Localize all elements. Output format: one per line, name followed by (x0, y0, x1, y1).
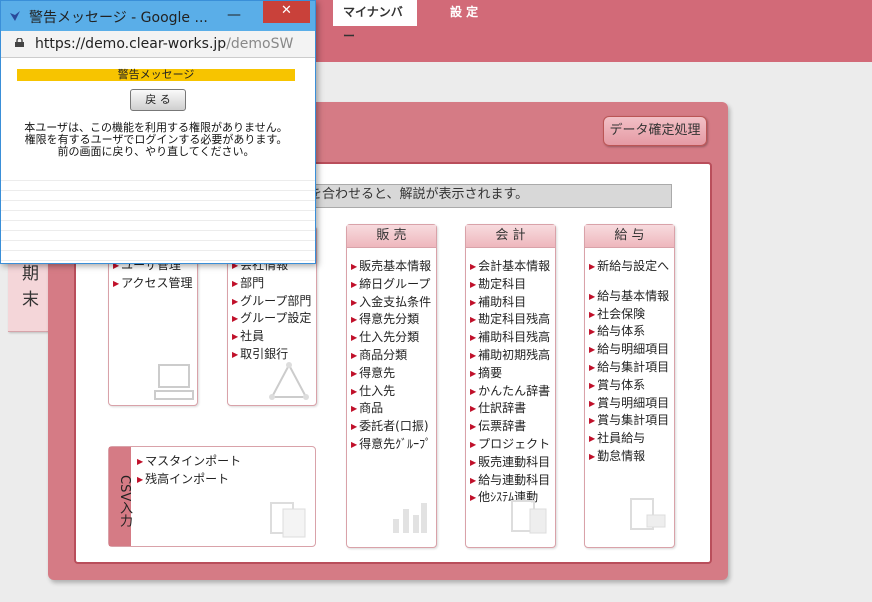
computer-icon (154, 364, 194, 400)
documents-icon (270, 502, 306, 538)
menu-item-sub-account[interactable]: 補助科目 (470, 294, 555, 312)
menu-item-customer-group[interactable]: 得意先ｸﾞﾙｰﾌﾟ (351, 436, 436, 454)
warning-message: 本ユーザは、この機能を利用する権限がありません。 権限を有するユーザでログインす… (17, 122, 295, 158)
menu-item-department[interactable]: 部門 (232, 275, 316, 293)
menu-item-group-settings[interactable]: グループ設定 (232, 310, 316, 328)
menu-item-bonus-aggregate[interactable]: 賞与集計項目 (589, 412, 674, 430)
warning-header: 警告メッセージ (17, 69, 295, 81)
menu-item-product-class[interactable]: 商品分類 (351, 347, 436, 365)
menu-item-payment-terms[interactable]: 入金支払条件 (351, 294, 436, 312)
menu-box-payroll: 給 与 新給与設定へ 給与基本情報 社会保険 給与体系 給与明細項目 給与集計項… (584, 224, 675, 548)
menu-item-accounting-basic[interactable]: 会計基本情報 (470, 258, 555, 276)
menu-item-sub-initial-balance[interactable]: 補助初期残高 (470, 347, 555, 365)
back-button[interactable]: 戻 る (130, 89, 186, 111)
menu-item-supplier[interactable]: 仕入先 (351, 383, 436, 401)
popup-blank-area (1, 171, 315, 263)
menu-item-group-department[interactable]: グループ部門 (232, 293, 316, 311)
warning-message-box: 警告メッセージ 戻 る 本ユーザは、この機能を利用する権限がありません。 権限を… (17, 69, 295, 161)
menu-item-social-insurance[interactable]: 社会保険 (589, 306, 674, 324)
payroll-header: 給 与 (585, 225, 674, 248)
lock-icon (15, 38, 24, 47)
menu-item-project[interactable]: プロジェクト (470, 436, 555, 454)
network-icon (269, 362, 309, 400)
menu-item-salary-system[interactable]: 給与体系 (589, 323, 674, 341)
menu-item-master-import[interactable]: マスタインポート (137, 453, 315, 471)
menu-item-employee-salary[interactable]: 社員給与 (589, 430, 674, 448)
menu-item-consignor[interactable]: 委託者(口振) (351, 418, 436, 436)
data-confirm-button[interactable]: データ確定処理 (603, 116, 707, 146)
menu-item-simple-dictionary[interactable]: かんたん辞書 (470, 383, 555, 401)
menu-item-product[interactable]: 商品 (351, 400, 436, 418)
popup-title: 警告メッセージ - Google ... (29, 10, 208, 26)
menu-item-bonus-detail[interactable]: 賞与明細項目 (589, 395, 674, 413)
app-icon (10, 11, 20, 21)
menu-item-summary[interactable]: 摘要 (470, 365, 555, 383)
menu-item-slip-dictionary[interactable]: 伝票辞書 (470, 418, 555, 436)
calculator-icon (511, 500, 547, 534)
menu-item-payroll-basic[interactable]: 給与基本情報 (589, 288, 674, 306)
nav-tab-mynumber[interactable]: マイナンバー (333, 0, 417, 43)
accounting-header: 会 計 (466, 225, 555, 248)
popup-title-bar[interactable]: 警告メッセージ - Google ... — ✕ (1, 1, 315, 31)
menu-item-account-balance[interactable]: 勘定科目残高 (470, 311, 555, 329)
warning-line-3: 前の画面に戻り、やり直してください。 (57, 145, 255, 158)
payslip-icon (630, 498, 666, 530)
menu-item-closing-group[interactable]: 締日グループ (351, 276, 436, 294)
menu-item-sales-linked-account[interactable]: 販売連動科目 (470, 454, 555, 472)
bar-chart-icon (393, 503, 427, 533)
menu-item-sales-basic[interactable]: 販売基本情報 (351, 258, 436, 276)
menu-item-salary-detail[interactable]: 給与明細項目 (589, 341, 674, 359)
menu-box-csv-import: CSV入力 マスタインポート 残高インポート (108, 446, 316, 547)
menu-item-customer-class[interactable]: 得意先分類 (351, 311, 436, 329)
csv-side-label: CSV入力 (109, 447, 132, 546)
menu-item-new-payroll-settings[interactable]: 新給与設定へ (589, 258, 674, 276)
minimize-button[interactable]: — (227, 7, 241, 23)
warning-popup-window: 警告メッセージ - Google ... — ✕ https://demo.cl… (0, 0, 316, 264)
menu-item-balance-import[interactable]: 残高インポート (137, 471, 315, 489)
menu-item-sub-account-balance[interactable]: 補助科目残高 (470, 329, 555, 347)
side-tab-char-2: 末 (22, 290, 39, 310)
menu-box-sales: 販 売 販売基本情報 締日グループ 入金支払条件 得意先分類 仕入先分類 商品分… (346, 224, 437, 548)
menu-item-supplier-class[interactable]: 仕入先分類 (351, 329, 436, 347)
nav-tab-settings[interactable]: 設 定 (440, 0, 488, 26)
sales-header: 販 売 (347, 225, 436, 248)
menu-item-customer[interactable]: 得意先 (351, 365, 436, 383)
url-rest: /demoSW (226, 36, 294, 52)
menu-item-bonus-system[interactable]: 賞与体系 (589, 377, 674, 395)
menu-item-payroll-linked-account[interactable]: 給与連動科目 (470, 472, 555, 490)
menu-item-access-management[interactable]: アクセス管理 (113, 275, 197, 293)
menu-item-account[interactable]: 勘定科目 (470, 276, 555, 294)
menu-item-salary-aggregate[interactable]: 給与集計項目 (589, 359, 674, 377)
address-bar[interactable]: https://demo.clear-works.jp/demoSW (1, 31, 315, 58)
menu-item-employee[interactable]: 社員 (232, 328, 316, 346)
close-button[interactable]: ✕ (263, 1, 310, 23)
menu-item-journal-dictionary[interactable]: 仕訳辞書 (470, 400, 555, 418)
url-main: https://demo.clear-works.jp (35, 36, 227, 52)
menu-item-attendance[interactable]: 勤怠情報 (589, 448, 674, 466)
url-text: https://demo.clear-works.jp/demoSW (35, 31, 293, 57)
menu-box-accounting: 会 計 会計基本情報 勘定科目 補助科目 勘定科目残高 補助科目残高 補助初期残… (465, 224, 556, 548)
